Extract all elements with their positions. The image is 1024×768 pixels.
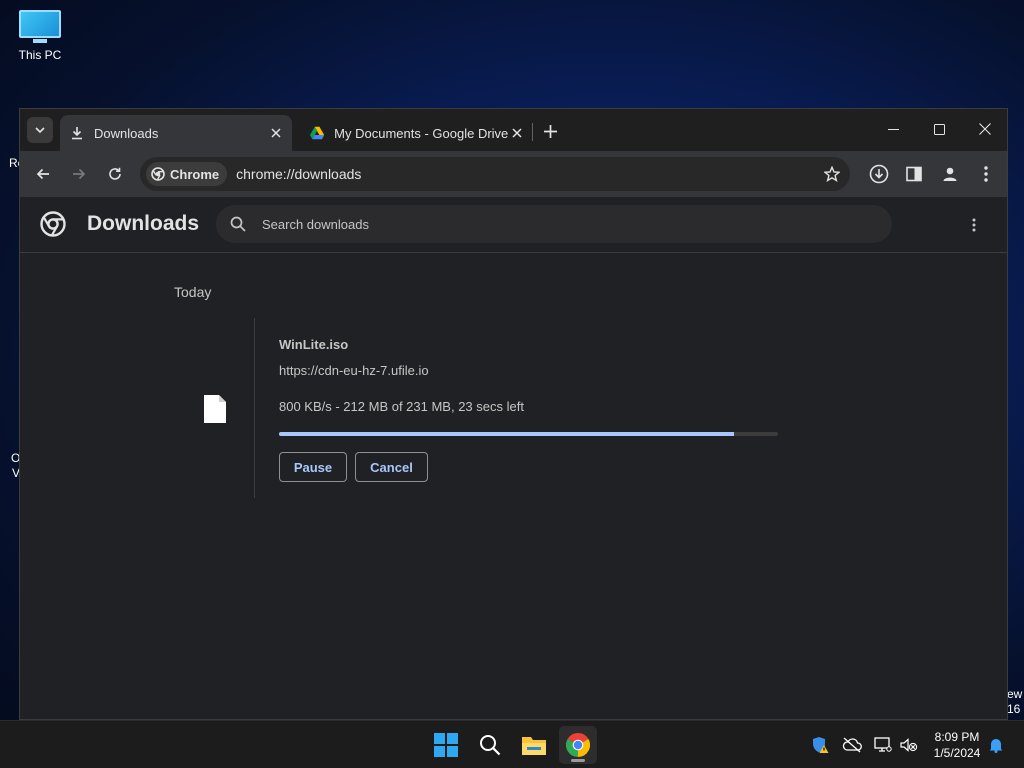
taskbar-search-button[interactable] xyxy=(471,726,509,764)
profile-icon xyxy=(943,167,957,181)
file-source-url[interactable]: https://cdn-eu-hz-7.ufile.io xyxy=(279,363,429,378)
onedrive-tray-icon[interactable] xyxy=(842,735,862,755)
star-icon xyxy=(824,166,840,182)
date-group-label: Today xyxy=(174,284,212,300)
search-input[interactable] xyxy=(260,215,824,233)
taskbar-chrome[interactable] xyxy=(559,726,597,764)
plus-icon xyxy=(543,124,557,138)
chrome-menu-button[interactable] xyxy=(972,160,1000,188)
file-icon xyxy=(204,395,226,423)
windows-start-icon xyxy=(434,733,458,757)
reload-icon xyxy=(109,167,121,180)
downloads-header: Downloads xyxy=(20,197,1007,253)
chrome-icon xyxy=(151,167,165,181)
tab-strip: Downloads My Documents - Google Drive xyxy=(20,109,1007,151)
chrome-icon xyxy=(566,733,590,757)
volume-muted-icon xyxy=(900,738,918,752)
chevron-down-icon xyxy=(35,127,45,134)
minimize-button[interactable] xyxy=(870,113,916,145)
file-name[interactable]: WinLite.iso xyxy=(279,337,348,352)
taskbar-file-explorer[interactable] xyxy=(515,726,553,764)
url-text[interactable]: chrome://downloads xyxy=(236,166,818,182)
download-progress-fill xyxy=(279,432,735,436)
pause-button[interactable]: Pause xyxy=(279,452,347,482)
desktop-label-fragment: 16 xyxy=(1007,702,1021,716)
chip-label: Chrome xyxy=(170,166,220,182)
site-info-chip[interactable]: Chrome xyxy=(146,162,228,186)
search-icon xyxy=(480,735,501,756)
clock-time: 8:09 PM xyxy=(934,730,980,744)
monitor-icon xyxy=(19,10,61,44)
minimize-icon xyxy=(887,128,899,130)
close-tab-icon[interactable] xyxy=(508,123,526,143)
volume-tray-icon[interactable] xyxy=(899,735,919,755)
close-icon xyxy=(979,123,991,135)
clock-date: 1/5/2024 xyxy=(933,746,981,760)
browser-window: Downloads My Documents - Google Drive Ch… xyxy=(19,108,1008,756)
download-status: 800 KB/s - 212 MB of 231 MB, 23 secs lef… xyxy=(279,399,524,414)
profile-button[interactable] xyxy=(936,160,964,188)
tab-search-button[interactable] xyxy=(27,117,53,143)
desktop-icon-this-pc[interactable]: This PC xyxy=(12,10,68,62)
search-downloads-box[interactable] xyxy=(216,205,892,243)
chrome-logo-icon xyxy=(40,211,66,237)
download-icon xyxy=(72,127,82,140)
side-panel-icon xyxy=(906,166,922,182)
forward-button[interactable] xyxy=(65,160,93,188)
address-bar[interactable]: Chrome chrome://downloads xyxy=(140,157,850,191)
downloads-page: Downloads Today WinLite.iso https://cdn-… xyxy=(20,197,1007,756)
network-tray-icon[interactable] xyxy=(873,735,893,755)
tab-google-drive[interactable]: My Documents - Google Drive xyxy=(300,115,532,151)
desktop-icon-label: This PC xyxy=(18,48,62,62)
windows-start-button[interactable] xyxy=(427,726,465,764)
maximize-icon xyxy=(933,123,945,135)
tab-title: Downloads xyxy=(94,125,159,141)
shield-warning-icon xyxy=(813,737,829,753)
file-explorer-icon xyxy=(522,737,546,755)
browser-toolbar: Chrome chrome://downloads xyxy=(20,151,1007,197)
more-vertical-icon xyxy=(984,166,988,182)
downloads-more-button[interactable] xyxy=(964,213,984,237)
arrow-right-icon xyxy=(73,168,86,180)
item-divider xyxy=(254,318,255,498)
cancel-button[interactable]: Cancel xyxy=(355,452,428,482)
bookmark-button[interactable] xyxy=(818,160,846,188)
close-tab-icon[interactable] xyxy=(266,123,286,143)
system-clock[interactable]: 8:09 PM 1/5/2024 xyxy=(922,729,992,761)
page-title: Downloads xyxy=(87,212,200,235)
active-app-indicator xyxy=(571,759,585,762)
security-warning-tray-icon[interactable] xyxy=(810,735,830,755)
more-vertical-icon xyxy=(972,218,976,232)
downloads-button[interactable] xyxy=(865,160,893,188)
tab-separator xyxy=(532,123,533,141)
maximize-button[interactable] xyxy=(916,113,962,145)
taskbar: 8:09 PM 1/5/2024 xyxy=(0,720,1024,768)
download-circle-icon xyxy=(869,164,889,184)
side-panel-button[interactable] xyxy=(900,160,928,188)
search-icon xyxy=(228,214,248,234)
close-window-button[interactable] xyxy=(962,113,1008,145)
download-progress-bar xyxy=(279,432,778,436)
tab-title: My Documents - Google Drive xyxy=(334,125,509,141)
new-tab-button[interactable] xyxy=(538,119,562,143)
bell-icon xyxy=(989,739,1003,753)
desktop-label-fragment: ew xyxy=(1007,687,1023,701)
network-icon xyxy=(874,737,892,752)
tab-downloads[interactable]: Downloads xyxy=(60,115,292,151)
notification-button[interactable] xyxy=(986,735,1006,755)
cloud-off-icon xyxy=(842,737,862,753)
arrow-left-icon xyxy=(36,168,49,180)
back-button[interactable] xyxy=(29,160,57,188)
google-drive-icon xyxy=(310,126,325,140)
reload-button[interactable] xyxy=(101,160,129,188)
